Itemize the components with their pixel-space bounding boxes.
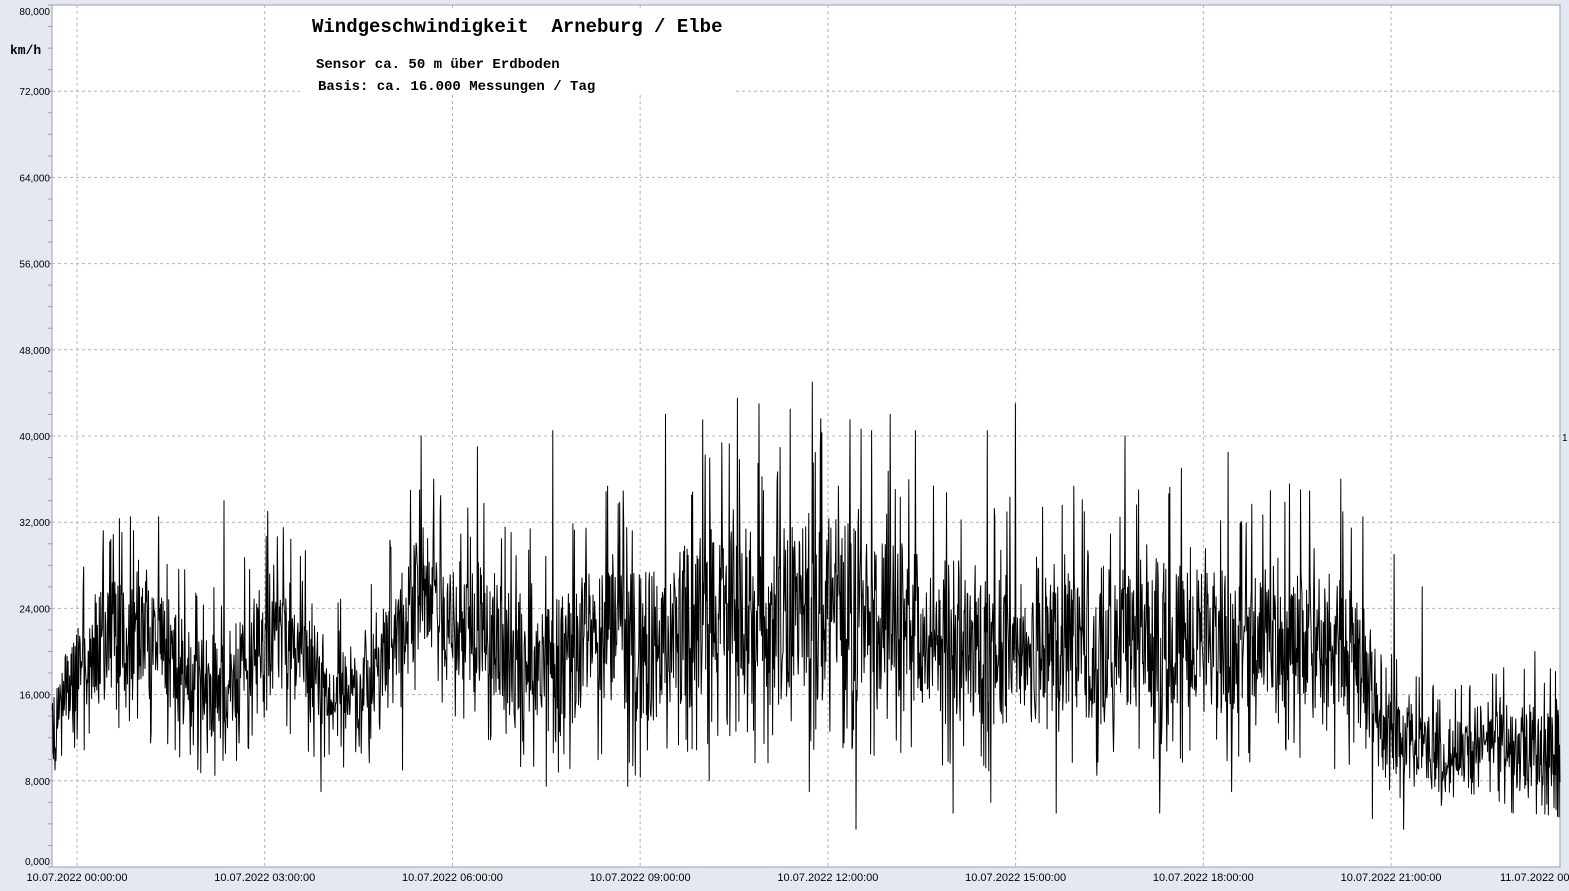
chart-subtitle-basis: Basis: ca. 16.000 Messungen / Tag [318,79,595,95]
y-tick-label: 0,000 [25,857,50,868]
y-tick-label: 72,000 [19,87,50,98]
x-tick-label: 10.07.2022 21:00:00 [1341,872,1442,884]
y-tick-label: 80,000 [19,7,50,18]
x-tick-label: 10.07.2022 00:00:00 [27,872,128,884]
chart-subtitle-sensor: Sensor ca. 50 m über Erdboden [316,57,560,73]
y-tick-label: 24,000 [19,604,50,615]
y-tick-label: 8,000 [25,777,50,788]
y-tick-label: 40,000 [19,432,50,443]
y-axis-unit-label: km/h [10,43,41,58]
x-tick-label: 11.07.2022 00:00:00 [1500,872,1569,884]
wind-speed-chart: 0,000 8,000 16,000 24,000 32,000 40,000 48,000… [0,0,1569,891]
y-tick-label: 56,000 [19,260,50,271]
x-tick-label: 10.07.2022 15:00:00 [965,872,1066,884]
y-tick-label: 64,000 [19,173,50,184]
chart-title: Windgeschwindigkeit Arneburg / Elbe [312,16,722,38]
x-tick-label: 10.07.2022 12:00:00 [777,872,878,884]
y-tick-label: 48,000 [19,346,50,357]
y-tick-label: 16,000 [19,691,50,702]
x-tick-label: 10.07.2022 03:00:00 [214,872,315,884]
x-tick-label: 10.07.2022 09:00:00 [590,872,691,884]
plot-area [51,4,1561,868]
y-tick-label: 32,000 [19,518,50,529]
x-tick-label: 10.07.2022 06:00:00 [402,872,503,884]
right-edge-label: 1 [1562,433,1568,444]
x-tick-label: 10.07.2022 18:00:00 [1153,872,1254,884]
